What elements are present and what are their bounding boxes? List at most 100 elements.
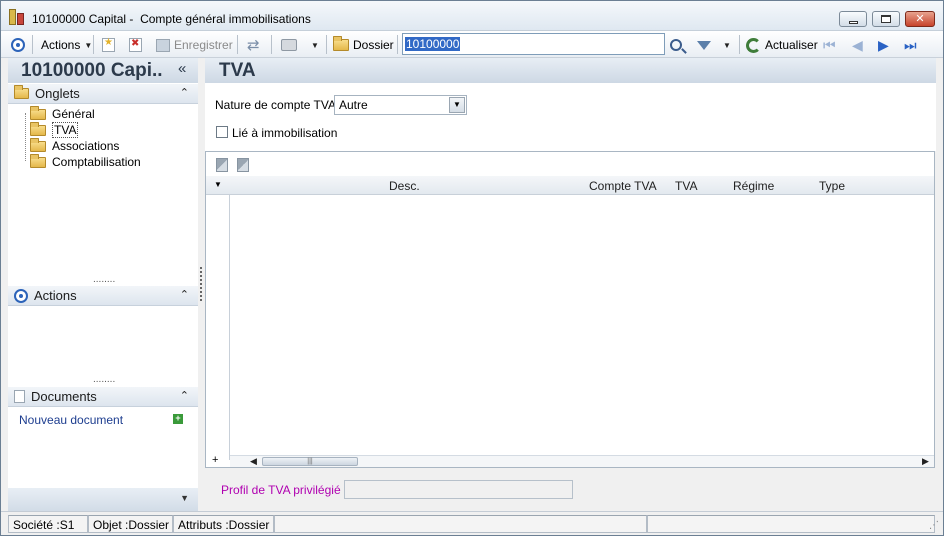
tva-grid: ▼ Desc. Compte TVA TVA Régime Type + ◀ |… bbox=[205, 151, 935, 468]
status-attributs: Attributs :Dossier bbox=[173, 515, 274, 533]
next-record-icon: ▶ bbox=[878, 36, 889, 53]
window-title: 10100000 Capital - Compte général immobi… bbox=[32, 12, 311, 26]
grid-delete-row-icon[interactable] bbox=[237, 158, 249, 172]
section-resize-grip[interactable]: ........ bbox=[93, 375, 115, 385]
panel-splitter[interactable] bbox=[200, 267, 203, 301]
grid-header: ▼ Desc. Compte TVA TVA Régime Type bbox=[206, 176, 934, 195]
nature-label: Nature de compte TVA : bbox=[215, 98, 342, 112]
search-input[interactable]: 10100000 bbox=[402, 33, 665, 55]
new-button[interactable] bbox=[102, 35, 115, 55]
document-icon bbox=[14, 390, 25, 403]
collapse-section-icon[interactable]: ⌃ bbox=[180, 86, 189, 99]
collapse-section-icon[interactable]: ⌃ bbox=[180, 288, 189, 301]
documents-section-label: Documents bbox=[31, 389, 97, 404]
status-empty-2 bbox=[647, 515, 935, 533]
search-input-value: 10100000 bbox=[405, 37, 461, 51]
new-document-link[interactable]: Nouveau document bbox=[19, 413, 123, 427]
home-button[interactable] bbox=[11, 35, 25, 55]
grid-add-row-icon[interactable] bbox=[216, 158, 228, 172]
documents-section-header[interactable]: Documents ⌃ bbox=[8, 387, 198, 407]
filter-button[interactable]: ▼ bbox=[697, 35, 731, 55]
close-button[interactable]: ✕ bbox=[905, 11, 935, 27]
status-bar: Société :S1 Objet :Dossier Attributs :Do… bbox=[1, 511, 943, 535]
toolbar-divider bbox=[326, 35, 327, 54]
print-button[interactable]: ▼ bbox=[281, 35, 319, 55]
left-panel-footer: ▼ bbox=[8, 488, 198, 511]
grid-toolbar bbox=[206, 152, 934, 176]
column-compte-tva[interactable]: Compte TVA bbox=[589, 179, 657, 193]
profile-tva-field[interactable] bbox=[344, 480, 573, 499]
collapse-panel-icon[interactable]: « bbox=[178, 60, 186, 77]
grid-horizontal-scrollbar[interactable]: + ◀ ||| ▶ bbox=[212, 454, 934, 467]
search-button[interactable] bbox=[670, 35, 682, 55]
scroll-thumb[interactable]: ||| bbox=[262, 457, 358, 466]
page-title: TVA bbox=[219, 60, 256, 81]
first-record-icon: ⏮ bbox=[823, 36, 836, 53]
folder-icon bbox=[30, 153, 46, 168]
delete-icon bbox=[129, 38, 142, 52]
column-tva[interactable]: TVA bbox=[675, 179, 697, 193]
section-resize-grip[interactable]: ........ bbox=[93, 275, 115, 285]
maximize-icon bbox=[881, 15, 891, 23]
folder-button[interactable]: Dossier bbox=[333, 35, 394, 55]
last-record-button[interactable]: ⏭ bbox=[904, 35, 917, 55]
folder-icon bbox=[30, 105, 46, 120]
left-navigation-panel: 10100000 Capi.. « Onglets ⌃ Général TVA … bbox=[8, 58, 198, 511]
tree-item-tva[interactable]: TVA bbox=[30, 121, 79, 138]
folder-icon bbox=[14, 85, 29, 99]
column-regime[interactable]: Régime bbox=[733, 179, 774, 193]
toolbar-divider bbox=[739, 35, 740, 54]
collapse-section-icon[interactable]: ⌃ bbox=[180, 389, 189, 402]
tree-connector bbox=[25, 113, 26, 161]
toolbar-divider bbox=[32, 35, 33, 54]
maximize-button[interactable] bbox=[872, 11, 900, 27]
actions-menu-button[interactable]: Actions ▼ bbox=[41, 35, 92, 55]
onglets-label: Onglets bbox=[35, 86, 80, 101]
scroll-left-icon[interactable]: ◀ bbox=[250, 456, 257, 467]
chevron-down-icon[interactable]: ▼ bbox=[180, 493, 189, 503]
printer-icon bbox=[281, 39, 297, 51]
add-document-icon[interactable]: + bbox=[173, 414, 183, 424]
previous-record-icon: ◀ bbox=[852, 36, 863, 53]
record-title: 10100000 Capi.. bbox=[21, 60, 163, 81]
last-record-icon: ⏭ bbox=[904, 36, 917, 53]
previous-record-button[interactable]: ◀ bbox=[852, 35, 863, 55]
column-type[interactable]: Type bbox=[819, 179, 845, 193]
search-icon bbox=[670, 39, 682, 51]
tree-item-general[interactable]: Général bbox=[30, 105, 95, 122]
save-button[interactable]: Enregistrer bbox=[156, 35, 233, 55]
minimize-button[interactable] bbox=[839, 11, 867, 27]
sync-button[interactable]: ⇄ bbox=[247, 35, 260, 55]
tree-item-comptabilisation[interactable]: Comptabilisation bbox=[30, 153, 141, 170]
actions-section-label: Actions bbox=[34, 288, 77, 303]
status-societe: Société :S1 bbox=[8, 515, 88, 533]
save-icon bbox=[156, 38, 170, 52]
actions-section-header[interactable]: Actions ⌃ bbox=[8, 286, 198, 306]
column-desc[interactable]: Desc. bbox=[389, 179, 420, 193]
status-empty-1 bbox=[274, 515, 647, 533]
sync-icon: ⇄ bbox=[247, 37, 260, 54]
first-record-button[interactable]: ⏮ bbox=[823, 35, 836, 55]
tree-item-label: Comptabilisation bbox=[52, 155, 141, 169]
tree-item-label: Général bbox=[52, 107, 95, 121]
toolbar-divider bbox=[93, 35, 94, 54]
tree-item-associations[interactable]: Associations bbox=[30, 137, 119, 154]
nature-select[interactable]: Autre ▼ bbox=[334, 95, 467, 115]
expand-icon[interactable]: + bbox=[212, 454, 218, 466]
application-window: 10100000 Capital - Compte général immobi… bbox=[0, 0, 944, 536]
refresh-button[interactable]: Actualiser bbox=[746, 35, 818, 55]
actions-circle-icon bbox=[14, 288, 28, 303]
resize-grip-icon[interactable]: ⋰ bbox=[929, 520, 939, 531]
title-bar[interactable]: 10100000 Capital - Compte général immobi… bbox=[1, 1, 943, 31]
chevron-down-icon: ▼ bbox=[449, 97, 465, 113]
next-record-button[interactable]: ▶ bbox=[878, 35, 889, 55]
folder-label: Dossier bbox=[353, 38, 394, 52]
onglets-section-header[interactable]: Onglets ⌃ bbox=[8, 84, 198, 104]
delete-button[interactable] bbox=[129, 35, 142, 55]
lie-immobilisation-checkbox[interactable] bbox=[216, 126, 228, 138]
open-folder-icon bbox=[30, 121, 46, 136]
scroll-right-icon[interactable]: ▶ bbox=[922, 456, 929, 467]
refresh-icon bbox=[746, 37, 761, 53]
column-menu-icon[interactable]: ▼ bbox=[214, 180, 222, 189]
folder-icon bbox=[333, 36, 349, 51]
